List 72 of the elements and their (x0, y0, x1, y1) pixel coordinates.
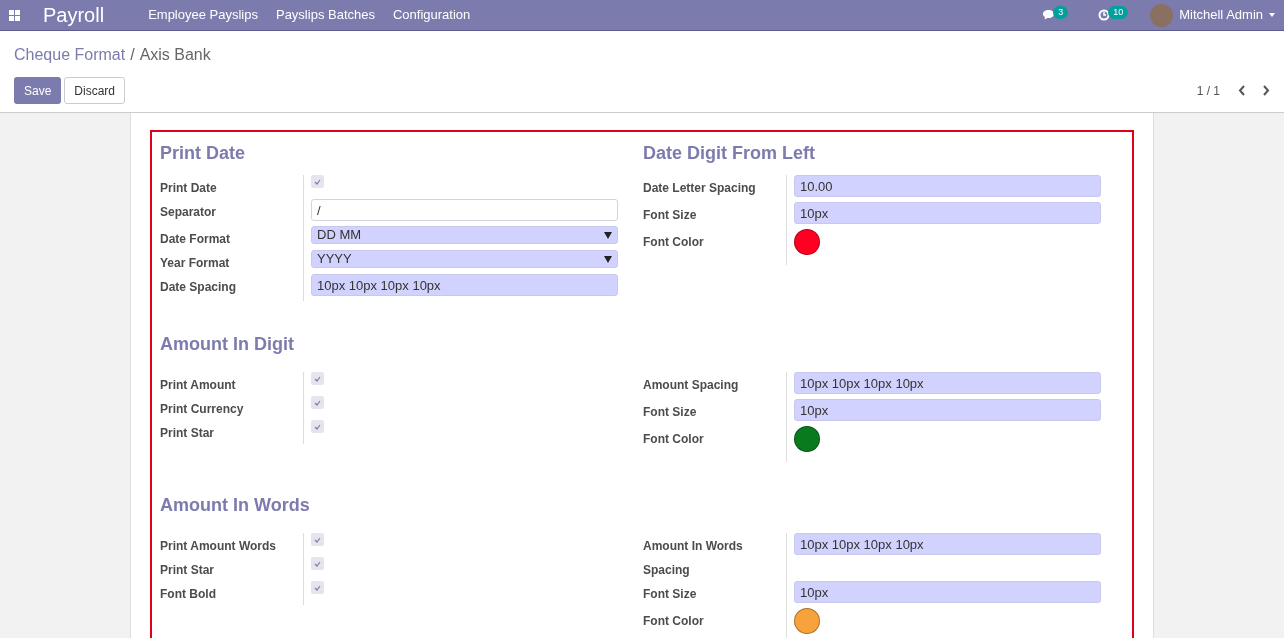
breadcrumb-link[interactable]: Cheque Format (14, 43, 126, 67)
clock-icon[interactable] (1098, 9, 1111, 21)
checkbox[interactable] (311, 175, 324, 188)
section-title: Amount In Words (160, 494, 311, 517)
field-label: Amount In Words Spacing (643, 539, 743, 577)
caret-icon (604, 231, 612, 239)
checkbox[interactable] (311, 420, 324, 433)
field-label: Year Format (160, 256, 230, 270)
field-label: Print Amount (160, 378, 236, 392)
save-button[interactable]: Save (14, 77, 62, 104)
check-icon (314, 584, 321, 591)
app-grid-icon[interactable] (9, 9, 20, 21)
breadcrumb-separator: / (130, 45, 135, 65)
count-badge: 3 (1053, 5, 1069, 19)
select-field[interactable]: DD MM (311, 226, 618, 244)
chevron-right-icon[interactable] (1262, 85, 1270, 96)
caret-icon[interactable] (1269, 13, 1275, 17)
input-field[interactable]: 10px (794, 581, 1101, 603)
menu-link[interactable]: Configuration (392, 5, 471, 25)
checkbox[interactable] (311, 372, 324, 385)
check-icon (314, 423, 321, 430)
checkbox[interactable] (311, 581, 324, 594)
app-title[interactable]: Payroll (43, 0, 105, 30)
field-label: Print Date (160, 181, 217, 195)
field-label: Font Size (643, 587, 697, 601)
field-label: Date Letter Spacing (643, 181, 756, 195)
chevron-left-icon[interactable] (1238, 85, 1246, 96)
menu-link[interactable]: Payslips Batches (275, 5, 375, 25)
count-badge: 10 (1108, 5, 1129, 19)
color-swatch[interactable] (794, 608, 820, 634)
pager-counter: 1 / 1 (1196, 82, 1220, 100)
field-label: Font Size (643, 208, 697, 222)
breadcrumb-current: Axis Bank (139, 45, 211, 65)
check-icon (314, 178, 321, 185)
field-label: Font Color (643, 432, 704, 446)
section-title: Print Date (160, 142, 247, 165)
input-field[interactable]: 10px 10px 10px 10px (794, 533, 1101, 555)
field-label: Font Size (643, 405, 697, 419)
caret-icon (604, 255, 612, 263)
check-icon (314, 536, 321, 543)
section-title: Amount In Digit (160, 333, 295, 356)
input-field[interactable]: 10.00 (794, 175, 1101, 197)
checkbox[interactable] (311, 533, 324, 546)
input-field[interactable]: 10px (794, 399, 1101, 421)
check-icon (314, 375, 321, 382)
user-name[interactable]: Mitchell Admin (1179, 5, 1263, 25)
input-field[interactable]: 10px (794, 202, 1101, 224)
field-label: Separator (160, 205, 217, 219)
checkbox[interactable] (311, 557, 324, 570)
field-label: Font Color (643, 235, 704, 249)
discard-button[interactable]: Discard (64, 77, 126, 104)
field-label: Date Spacing (160, 280, 237, 294)
menu-link[interactable]: Employee Payslips (148, 5, 258, 25)
field-label: Print Star (160, 563, 214, 577)
check-icon (314, 399, 321, 406)
section-title: Date Digit From Left (643, 142, 816, 165)
field-label: Amount Spacing (643, 378, 739, 392)
input-field[interactable]: / (311, 199, 618, 221)
input-field[interactable]: 10px 10px 10px 10px (311, 274, 618, 296)
chat-icon[interactable] (1042, 9, 1056, 21)
field-label: Date Format (160, 232, 230, 246)
field-label: Font Color (643, 614, 704, 628)
select-field[interactable]: YYYY (311, 250, 618, 268)
color-swatch[interactable] (794, 229, 820, 255)
input-field[interactable]: 10px 10px 10px 10px (794, 372, 1101, 394)
checkbox[interactable] (311, 396, 324, 409)
field-label: Print Amount Words (160, 539, 276, 553)
color-swatch[interactable] (794, 426, 820, 452)
field-label: Print Currency (160, 402, 244, 416)
field-label: Font Bold (160, 587, 216, 601)
check-icon (314, 560, 321, 567)
field-label: Print Star (160, 426, 214, 440)
